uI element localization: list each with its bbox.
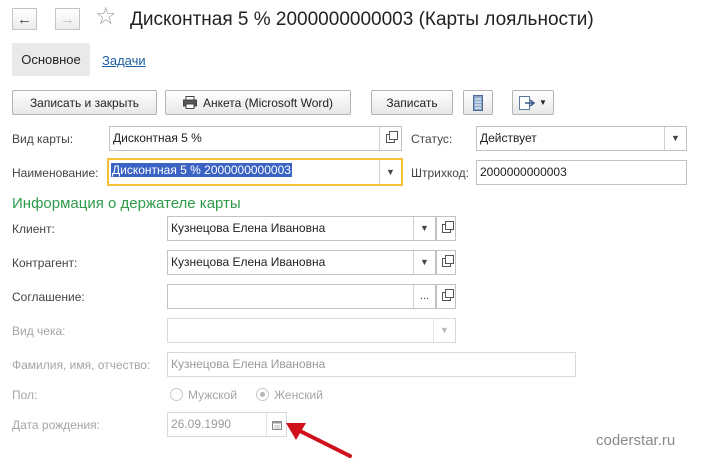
printer-icon	[182, 96, 197, 109]
window-title: Дисконтная 5 % 2000000000003 (Карты лоял…	[130, 9, 594, 30]
back-button[interactable]: ←	[12, 8, 37, 30]
report-button[interactable]	[463, 90, 493, 115]
client-label: Клиент:	[12, 222, 55, 236]
agreement-select-button[interactable]: ...	[413, 285, 435, 308]
forward-button[interactable]: →	[55, 8, 80, 30]
gender-male-radio	[170, 388, 183, 401]
agreement-field[interactable]: ...	[167, 284, 436, 309]
status-select[interactable]: Действует ▼	[476, 126, 687, 151]
gender-female-label: Женский	[274, 388, 323, 402]
save-button[interactable]: Записать	[371, 90, 453, 115]
name-field[interactable]: Дисконтная 5 % 2000000000003 ▼	[107, 158, 403, 186]
name-value: Дисконтная 5 % 2000000000003	[111, 163, 292, 177]
counterparty-open-button[interactable]	[436, 250, 456, 275]
counterparty-dropdown-button[interactable]: ▼	[413, 251, 435, 274]
full-name-field: Кузнецова Елена Ивановна	[167, 352, 576, 377]
save-and-close-label: Записать и закрыть	[29, 95, 140, 110]
calendar-icon	[271, 420, 282, 430]
client-field[interactable]: Кузнецова Елена Ивановна ▼	[167, 216, 436, 241]
counterparty-field[interactable]: Кузнецова Елена Ивановна ▼	[167, 250, 436, 275]
tab-main[interactable]: Основное	[12, 43, 90, 76]
receipt-type-dropdown-button: ▼	[433, 319, 455, 342]
more-actions-dropdown[interactable]: ▼	[512, 90, 554, 115]
counterparty-value: Кузнецова Елена Ивановна	[171, 255, 326, 269]
card-type-label: Вид карты:	[12, 132, 74, 146]
chevron-down-icon: ▼	[420, 257, 429, 267]
card-type-value: Дисконтная 5 %	[113, 131, 202, 145]
chevron-down-icon: ▼	[440, 325, 449, 335]
receipt-type-label: Вид чека:	[12, 324, 66, 338]
gender-female-radio	[256, 388, 269, 401]
card-type-field[interactable]: Дисконтная 5 %	[109, 126, 402, 151]
barcode-field[interactable]: 2000000000003	[476, 160, 687, 185]
chevron-down-icon: ▼	[539, 98, 547, 107]
red-arrow-annotation	[286, 423, 352, 458]
name-label: Наименование:	[12, 166, 99, 180]
chevron-down-icon: ▼	[386, 166, 395, 177]
full-name-label: Фамилия, имя, отчество:	[12, 358, 151, 372]
agreement-label: Соглашение:	[12, 290, 85, 304]
arrow-left-icon: ←	[17, 10, 32, 28]
open-icon	[386, 131, 398, 143]
status-value: Действует	[480, 131, 537, 145]
counterparty-label: Контрагент:	[12, 256, 78, 270]
gender-male-label: Мужской	[188, 388, 238, 402]
questionnaire-button[interactable]: Анкета (Microsoft Word)	[165, 90, 351, 115]
watermark-text: coderstar.ru	[596, 432, 676, 449]
status-label: Статус:	[411, 132, 453, 146]
status-dropdown-button[interactable]: ▼	[664, 127, 686, 150]
birth-date-field: 26.09.1990	[167, 412, 287, 437]
arrow-right-icon: →	[60, 10, 75, 28]
open-icon	[441, 289, 454, 301]
full-name-value: Кузнецова Елена Ивановна	[171, 357, 326, 371]
questionnaire-label: Анкета (Microsoft Word)	[202, 95, 334, 110]
client-open-button[interactable]	[436, 216, 456, 241]
receipt-type-select: ▼	[167, 318, 456, 343]
holder-section-title: Информация о держателе карты	[12, 195, 241, 212]
document-list-icon	[473, 94, 483, 111]
document-arrow-icon	[519, 95, 536, 110]
client-dropdown-button[interactable]: ▼	[413, 217, 435, 240]
name-dropdown-button[interactable]: ▼	[379, 160, 401, 184]
gender-label: Пол:	[12, 388, 38, 402]
chevron-down-icon: ▼	[671, 133, 680, 143]
birth-date-value: 26.09.1990	[171, 417, 232, 431]
tab-tasks[interactable]: Задачи	[102, 53, 146, 68]
ellipsis-icon: ...	[419, 290, 430, 302]
birth-date-label: Дата рождения:	[12, 418, 100, 432]
chevron-down-icon: ▼	[420, 223, 429, 233]
open-icon	[441, 255, 454, 267]
barcode-value: 2000000000003	[480, 165, 567, 179]
barcode-label: Штрихкод:	[411, 166, 470, 180]
agreement-open-button[interactable]	[436, 284, 456, 309]
card-type-open-button[interactable]	[379, 127, 401, 150]
open-icon	[441, 221, 454, 233]
favorite-star-icon[interactable]: ☆	[95, 5, 117, 29]
save-and-close-button[interactable]: Записать и закрыть	[12, 90, 157, 115]
client-value: Кузнецова Елена Ивановна	[171, 221, 326, 235]
save-label: Записать	[386, 95, 438, 110]
